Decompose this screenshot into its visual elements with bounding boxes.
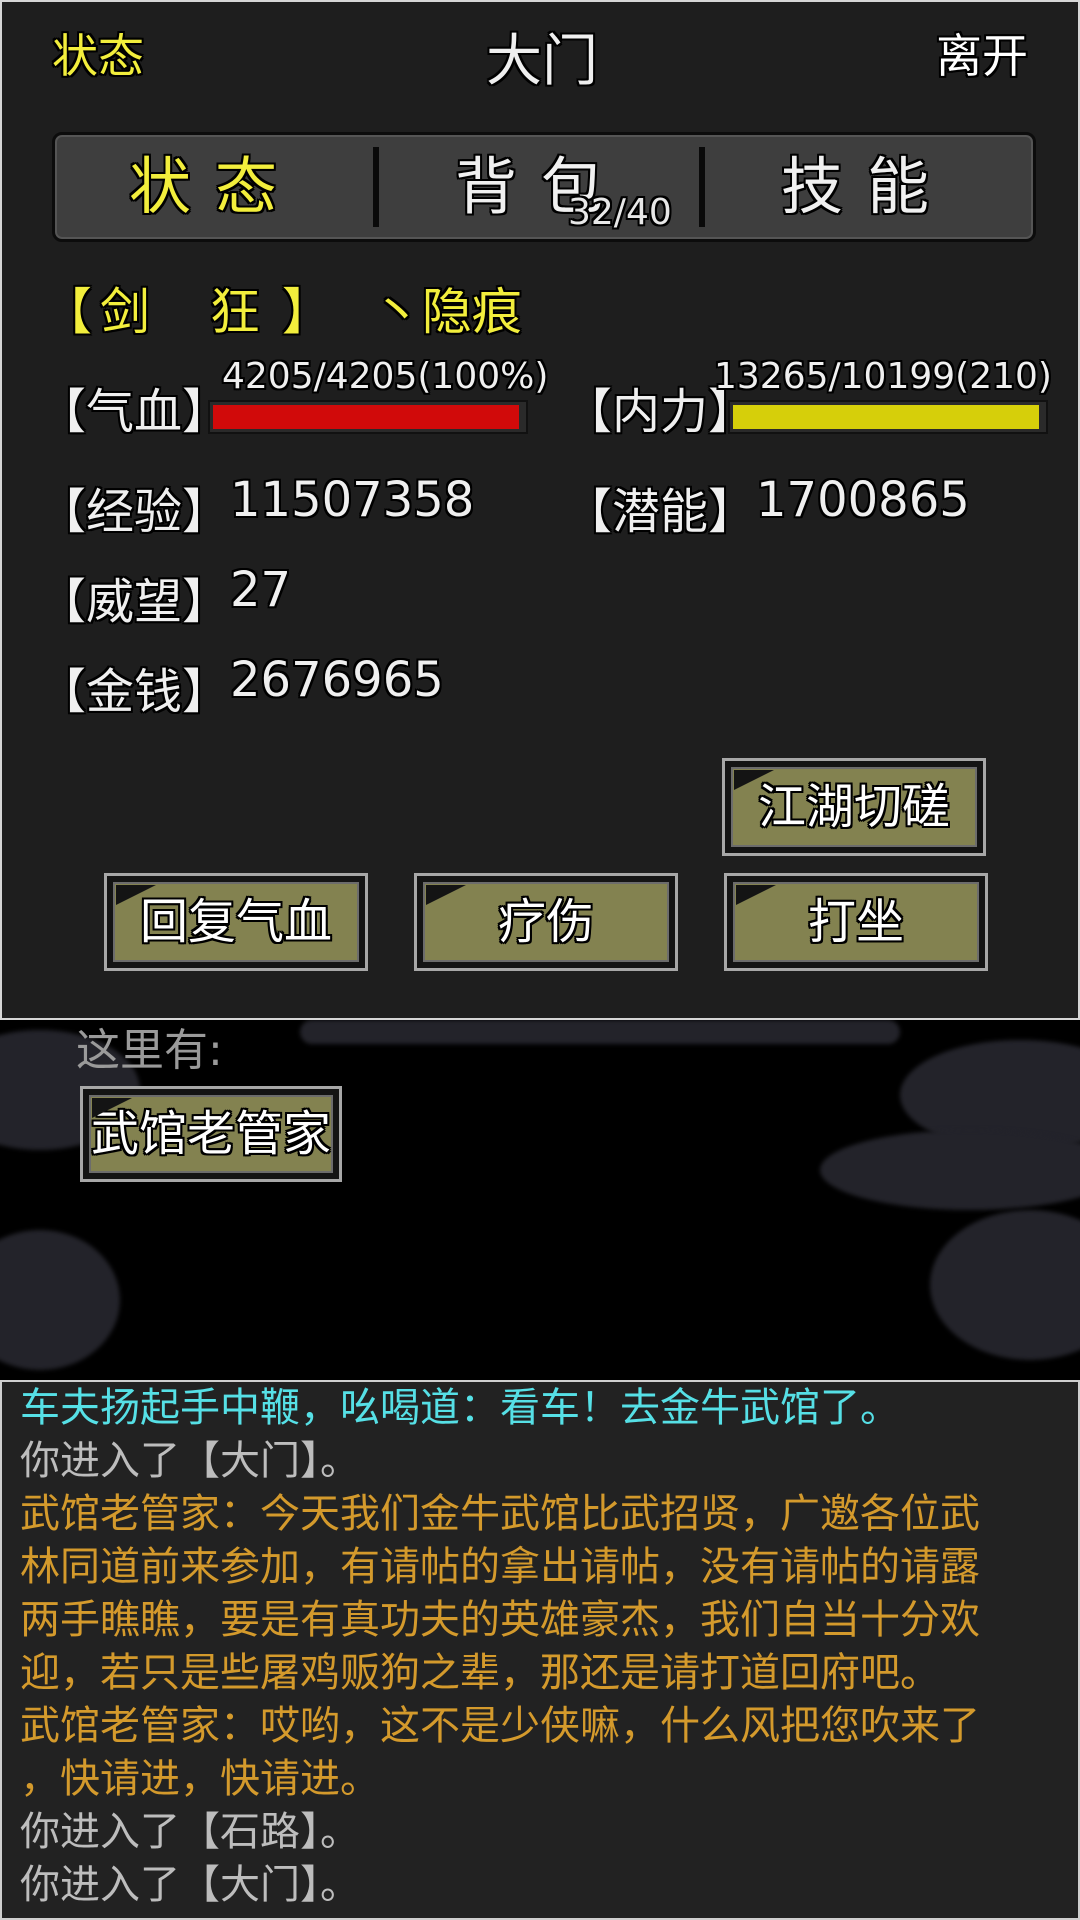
hp-text: 4205/4205(100%) [222, 356, 549, 397]
title-bracket-close: 】 [281, 283, 332, 341]
title-bracket-open: 【 [42, 283, 92, 341]
mp-text: 13265/10199(210) [714, 356, 1052, 397]
message-log: 车夫扬起手中鞭，吆喝道：看车！去金牛武馆了。 你进入了【大门】。武馆老管家：今天我… [0, 1380, 1080, 1920]
tab-skills[interactable]: 技能 [707, 135, 1027, 239]
character-rank: 剑 狂 [100, 283, 282, 341]
leave-button[interactable]: 离开 [936, 20, 1028, 86]
log-line: 武馆老管家：今天我们金牛武馆比武招贤，广邀各位武 [20, 1491, 980, 1537]
hp-label: 【气血】 [38, 384, 231, 440]
log-line: 两手瞧瞧，要是有真功夫的英雄豪杰，我们自当十分欢 [20, 1597, 980, 1643]
room-title: 大门 [486, 29, 598, 94]
prestige-value: 27 [230, 562, 292, 618]
log-line: 林同道前来参加，有请帖的拿出请帖，没有请帖的请露 [20, 1544, 980, 1590]
mp-bar [728, 400, 1048, 434]
tab-divider [699, 147, 705, 227]
room-contents-label: 这里有: [76, 1025, 223, 1076]
log-line: 你进入了【大门】。 [20, 1438, 360, 1484]
smoke-decoration [820, 1130, 1080, 1210]
spar-button[interactable]: 江湖切磋 [722, 758, 986, 856]
npc-old-steward-button[interactable]: 武馆老管家 [80, 1086, 342, 1182]
money-label: 【金钱】 [38, 664, 231, 720]
log-line: 武馆老管家：哎哟，这不是少侠嘛，什么风把您吹来了 [20, 1703, 980, 1749]
potential-label: 【潜能】 [564, 484, 757, 540]
smoke-decoration [930, 1210, 1080, 1360]
smoke-decoration [300, 1020, 900, 1044]
smoke-decoration [0, 1230, 120, 1370]
meditate-button[interactable]: 打坐 [724, 873, 988, 971]
hp-bar [208, 400, 528, 434]
log-line: 迎，若只是些屠鸡贩狗之辈，那还是请打道回府吧。 [20, 1650, 940, 1696]
mp-bar-fill [733, 405, 1039, 429]
exp-label: 【经验】 [38, 484, 231, 540]
hp-bar-fill [213, 405, 519, 429]
character-name: 丶隐痕 [371, 283, 522, 341]
tab-divider [373, 147, 379, 227]
treat-injury-button[interactable]: 疗伤 [414, 873, 678, 971]
log-line: 车夫扬起手中鞭，吆喝道：看车！去金牛武馆了。 [20, 1385, 900, 1431]
tab-bar: 状态 背包 技能 [52, 132, 1036, 242]
exp-value: 11507358 [230, 472, 475, 528]
log-line: ，快请进，快请进。 [20, 1756, 380, 1802]
character-title: 【剑 狂】 丶隐痕 [42, 272, 522, 344]
potential-value: 1700865 [756, 472, 970, 528]
restore-hp-button[interactable]: 回复气血 [104, 873, 368, 971]
log-line: 你进入了【大门】。 [20, 1862, 360, 1908]
bag-count: 32/40 [568, 192, 672, 233]
log-line: 你进入了【石路】。 [20, 1809, 360, 1855]
status-panel: 状态 大门 离开 状态 背包 技能 32/40 【剑 狂】 丶隐痕 【气血】 42… [0, 0, 1080, 1020]
money-value: 2676965 [230, 652, 444, 708]
prestige-label: 【威望】 [38, 574, 231, 630]
tab-status[interactable]: 状态 [55, 135, 375, 239]
